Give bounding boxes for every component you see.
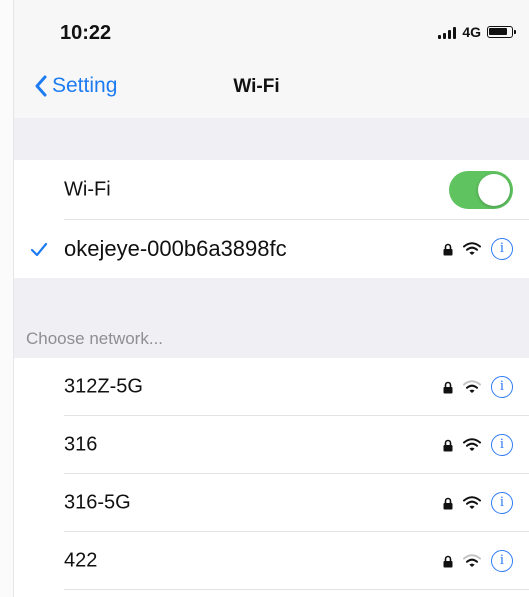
- status-indicators: 4G: [438, 24, 516, 40]
- network-name: 422: [64, 549, 98, 572]
- lock-icon: [443, 555, 453, 567]
- network-row[interactable]: 316-5G i: [14, 474, 529, 532]
- group-spacer-top: [14, 118, 529, 160]
- wifi-settings-screen: 10:22 4G Setting Wi-Fi Wi-Fi okejeye-000…: [0, 0, 529, 597]
- toggle-knob: [478, 174, 510, 206]
- wifi-signal-full-icon: [463, 438, 481, 451]
- wifi-signal-full-icon: [463, 242, 481, 255]
- wifi-signal-medium-icon: [463, 380, 481, 393]
- info-icon[interactable]: i: [491, 238, 513, 260]
- network-status-icons: i: [443, 376, 513, 398]
- battery-icon: [487, 26, 516, 38]
- info-icon[interactable]: i: [491, 376, 513, 398]
- info-icon[interactable]: i: [491, 492, 513, 514]
- network-status-icons: i: [443, 434, 513, 456]
- cellular-signal-icon: [438, 25, 457, 39]
- wifi-toggle-switch[interactable]: [449, 171, 513, 209]
- network-name: 312Z-5G: [64, 375, 143, 398]
- lock-icon: [443, 497, 453, 509]
- lock-icon: [443, 381, 453, 393]
- page-title: Wi-Fi: [233, 76, 280, 97]
- connected-network-row[interactable]: okejeye-000b6a3898fc i: [14, 220, 529, 278]
- header-area: 10:22 4G Setting Wi-Fi: [14, 0, 529, 118]
- checkmark-icon: [30, 242, 48, 257]
- network-status-icons: i: [443, 492, 513, 514]
- lock-icon: [443, 243, 453, 255]
- network-name: 316: [64, 433, 98, 456]
- settings-content: 10:22 4G Setting Wi-Fi Wi-Fi okejeye-000…: [14, 0, 529, 597]
- wifi-toggle-label: Wi-Fi: [64, 178, 111, 201]
- network-row[interactable]: 312Z-5G i: [14, 358, 529, 416]
- wifi-signal-medium-icon: [463, 554, 481, 567]
- network-status-icons: i: [443, 238, 513, 260]
- info-icon[interactable]: i: [491, 550, 513, 572]
- status-time: 10:22: [60, 22, 112, 44]
- row-separator: [64, 589, 529, 590]
- wifi-toggle-row: Wi-Fi: [14, 160, 529, 220]
- left-edge-strip: [0, 0, 14, 597]
- network-type: 4G: [462, 24, 481, 40]
- info-icon[interactable]: i: [491, 434, 513, 456]
- lock-icon: [443, 439, 453, 451]
- network-row[interactable]: 422 i: [14, 532, 529, 590]
- network-status-icons: i: [443, 550, 513, 572]
- section-header-choose-network: Choose network...: [26, 329, 164, 348]
- connected-network-name: okejeye-000b6a3898fc: [64, 236, 287, 261]
- wifi-signal-full-icon: [463, 496, 481, 509]
- network-name: 316-5G: [64, 491, 131, 514]
- network-row[interactable]: 316 i: [14, 416, 529, 474]
